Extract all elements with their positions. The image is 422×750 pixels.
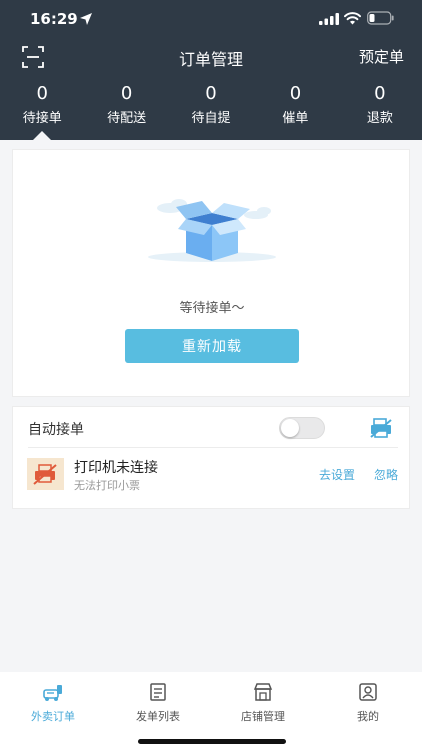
tab-label: 店铺管理 xyxy=(241,710,285,723)
printer-status-title: 打印机未连接 xyxy=(74,460,158,476)
nav-bar: 订单管理 预定单 xyxy=(0,38,422,74)
reservation-orders-button[interactable]: 预定单 xyxy=(359,46,404,67)
tab-label: 我的 xyxy=(357,710,379,723)
auto-accept-label: 自动接单 xyxy=(28,422,84,438)
empty-orders-card: 等待接单～ 重新加载 xyxy=(12,149,410,397)
active-stat-indicator xyxy=(33,131,51,140)
tab-profile[interactable]: 我的 xyxy=(328,682,408,724)
stat-label: 待配送 xyxy=(107,111,147,126)
battery-icon xyxy=(367,11,394,25)
printer-warning-icon xyxy=(27,458,64,490)
tab-dispatch-list[interactable]: 发单列表 xyxy=(118,682,198,724)
tab-label: 外卖订单 xyxy=(31,710,75,723)
printer-ignore-link[interactable]: 忽略 xyxy=(374,466,398,483)
stat-count: 0 xyxy=(205,83,217,104)
stat-count: 0 xyxy=(120,83,133,104)
settings-card: 自动接单 打印机未连接 无法打印小票 去设置 忽略 xyxy=(12,406,410,509)
stat-count: 0 xyxy=(374,83,386,104)
tab-takeout-orders[interactable]: 外卖订单 xyxy=(13,682,93,724)
auto-accept-toggle[interactable] xyxy=(279,417,325,439)
stat-label: 催单 xyxy=(282,111,309,126)
home-indicator xyxy=(138,739,286,744)
store-icon xyxy=(253,683,273,701)
status-time: 16:29 xyxy=(30,10,78,28)
takeout-icon xyxy=(43,685,62,701)
header: 16:29 订单管理 预定单 0 待接单 0 待配送 0 待自提 0 催单 0 … xyxy=(0,0,422,140)
reload-button[interactable]: 重新加载 xyxy=(125,329,299,363)
stat-pending-delivery[interactable]: 0 待配送 xyxy=(84,84,168,130)
stat-count: 0 xyxy=(36,83,48,104)
stat-pending-pickup[interactable]: 0 待自提 xyxy=(169,84,253,130)
cellular-signal-icon xyxy=(319,13,339,25)
stat-label: 待自提 xyxy=(191,111,231,126)
stat-refunds[interactable]: 0 退款 xyxy=(338,84,422,130)
printer-settings-link[interactable]: 去设置 xyxy=(319,466,355,483)
status-bar: 16:29 xyxy=(0,0,422,38)
location-arrow-icon xyxy=(80,13,92,25)
tab-label: 发单列表 xyxy=(136,710,180,723)
stat-label: 退款 xyxy=(366,111,393,126)
empty-box-icon xyxy=(148,199,276,262)
printer-disconnected-icon[interactable] xyxy=(369,417,393,439)
printer-status-subtitle: 无法打印小票 xyxy=(74,479,140,492)
profile-icon xyxy=(359,683,377,701)
stat-label: 待接单 xyxy=(22,111,62,126)
empty-state-message: 等待接单～ xyxy=(179,301,245,316)
wifi-icon xyxy=(344,12,361,25)
stat-pending-accept[interactable]: 0 待接单 xyxy=(0,84,84,130)
tab-store-management[interactable]: 店铺管理 xyxy=(223,682,303,724)
stat-reminders[interactable]: 0 催单 xyxy=(253,84,337,130)
list-icon xyxy=(150,683,166,701)
toggle-knob xyxy=(281,419,299,437)
divider xyxy=(28,447,398,448)
stat-count: 0 xyxy=(289,83,302,104)
order-stats: 0 待接单 0 待配送 0 待自提 0 催单 0 退款 xyxy=(0,84,422,130)
